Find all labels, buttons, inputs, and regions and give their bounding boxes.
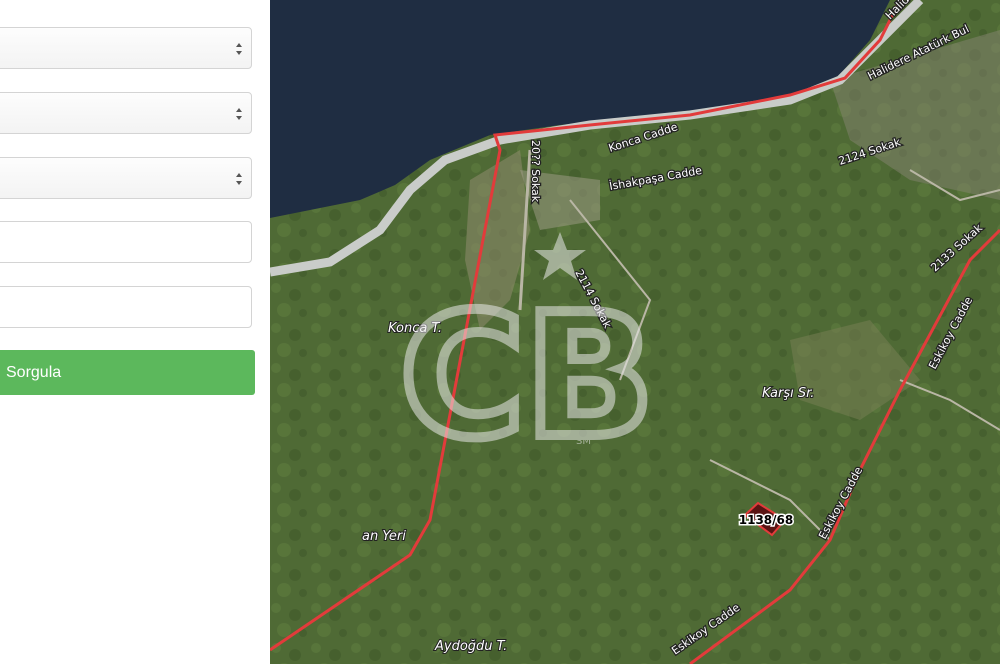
query-form-panel: Sorgula — [0, 0, 270, 664]
select-field-1[interactable] — [0, 27, 252, 69]
select-field-2[interactable] — [0, 92, 252, 134]
text-input-2[interactable] — [0, 287, 251, 327]
watermark-mark: CB — [400, 278, 654, 476]
select-field-3[interactable] — [0, 157, 252, 199]
sorgula-button[interactable]: Sorgula — [0, 350, 255, 395]
text-input-2-wrap — [0, 286, 252, 328]
text-input-1-wrap — [0, 221, 252, 263]
watermark-sm: SM — [576, 436, 591, 447]
place-label: Aydoğdu T. — [434, 639, 507, 654]
select-arrows-icon — [236, 43, 242, 55]
select-arrows-icon — [236, 173, 242, 185]
street-label: 20?? Sokak — [529, 140, 542, 203]
place-label: an Yeri — [362, 529, 406, 544]
select-arrows-icon — [236, 108, 242, 120]
satellite-map[interactable]: 1138/68 Halidere Halidere Atatürk Bul Ko… — [270, 0, 1000, 664]
place-label: Karşı Sr. — [762, 386, 814, 401]
text-input-1[interactable] — [0, 222, 251, 262]
parcel-label: 1138/68 — [739, 513, 793, 527]
